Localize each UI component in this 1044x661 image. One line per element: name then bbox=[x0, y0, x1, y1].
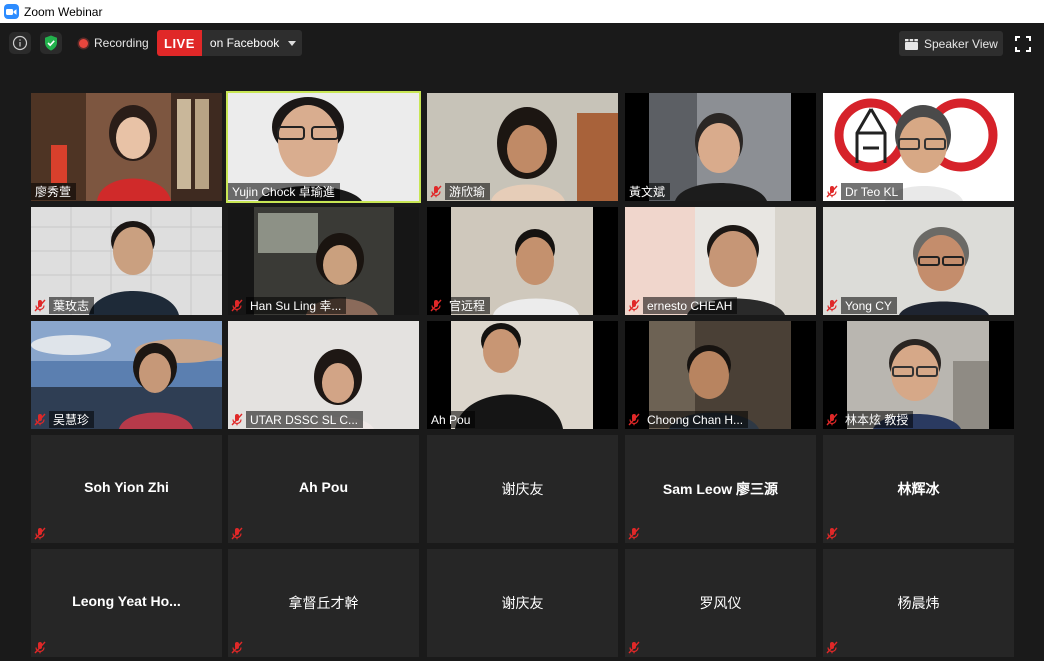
chevron-down-icon bbox=[288, 40, 297, 46]
mic-muted-icon bbox=[628, 299, 640, 312]
mic-muted-icon bbox=[231, 641, 243, 654]
participant-name: Yujin Chock 卓瑜進 bbox=[228, 183, 340, 200]
meeting-top-bar: Recording LIVE on Facebook Speaker View bbox=[0, 23, 1044, 67]
participant-video-tile[interactable]: Dr Teo KL bbox=[823, 93, 1014, 201]
participant-tile-no-video[interactable]: Sam Leow 廖三源 bbox=[625, 435, 816, 543]
mic-muted-icon bbox=[826, 641, 838, 654]
participant-video-tile[interactable]: 葉玫志 bbox=[31, 207, 222, 315]
participant-name: 吴慧珍 bbox=[49, 411, 95, 428]
mic-muted-icon bbox=[34, 299, 46, 312]
mic-muted-icon bbox=[34, 641, 46, 654]
live-badge: LIVE bbox=[157, 30, 202, 56]
participant-tile-no-video[interactable]: 罗风仪 bbox=[625, 549, 816, 657]
participant-name: UTAR DSSC SL C... bbox=[246, 411, 364, 428]
participant-name: Ah Pou bbox=[299, 479, 348, 495]
participant-video-tile[interactable]: Yong CY bbox=[823, 207, 1014, 315]
participant-name: 林辉冰 bbox=[897, 481, 940, 497]
speaker-view-button[interactable]: Speaker View bbox=[899, 31, 1003, 56]
participant-name: 黃文斌 bbox=[625, 183, 671, 200]
participant-video-tile[interactable]: Ah Pou bbox=[427, 321, 618, 429]
participant-name: 罗风仪 bbox=[699, 595, 742, 611]
speaker-view-label: Speaker View bbox=[924, 36, 998, 51]
participant-name: ernesto CHEAH bbox=[643, 297, 738, 314]
participant-tile-no-video[interactable]: 谢庆友 bbox=[427, 435, 618, 543]
participant-tile-no-video[interactable]: 拿督丘才幹 bbox=[228, 549, 419, 657]
recording-dot-icon bbox=[79, 38, 88, 48]
live-target[interactable]: on Facebook bbox=[201, 30, 303, 56]
participant-name: Soh Yion Zhi bbox=[84, 479, 169, 495]
participant-name: 谢庆友 bbox=[501, 481, 544, 497]
mic-muted-icon bbox=[430, 185, 442, 198]
participant-video-tile[interactable]: 游欣瑜 bbox=[427, 93, 618, 201]
window-title: Zoom Webinar bbox=[24, 4, 103, 19]
participant-video-tile[interactable]: 官远程 bbox=[427, 207, 618, 315]
shield-check-icon[interactable] bbox=[40, 32, 62, 54]
participant-name: 葉玫志 bbox=[49, 297, 95, 314]
recording-label: Recording bbox=[94, 36, 149, 50]
info-icon[interactable] bbox=[9, 32, 31, 54]
participant-name: Choong Chan H... bbox=[643, 411, 749, 428]
mic-muted-icon bbox=[826, 413, 838, 426]
participant-name: Ah Pou bbox=[427, 411, 476, 428]
title-bar: Zoom Webinar bbox=[0, 0, 1044, 23]
participant-video-tile[interactable]: 廖秀萱 bbox=[31, 93, 222, 201]
participant-video-tile[interactable]: 吴慧珍 bbox=[31, 321, 222, 429]
mic-muted-icon bbox=[826, 527, 838, 540]
participant-name: Dr Teo KL bbox=[841, 183, 904, 200]
mic-muted-icon bbox=[628, 641, 640, 654]
mic-muted-icon bbox=[430, 299, 442, 312]
live-stream-menu[interactable]: LIVE on Facebook bbox=[157, 30, 303, 56]
participant-name: 林本炫 教授 bbox=[841, 411, 914, 428]
participant-name: Han Su Ling 幸... bbox=[246, 297, 347, 314]
participant-name: 拿督丘才幹 bbox=[288, 595, 359, 611]
participant-tile-no-video[interactable]: Soh Yion Zhi bbox=[31, 435, 222, 543]
live-target-label: on Facebook bbox=[209, 36, 280, 50]
fullscreen-icon[interactable] bbox=[1014, 35, 1032, 53]
participant-name: 廖秀萱 bbox=[31, 183, 77, 200]
participant-name: Yong CY bbox=[841, 297, 897, 314]
mic-muted-icon bbox=[826, 299, 838, 312]
mic-muted-icon bbox=[628, 527, 640, 540]
participant-video-tile[interactable]: 黃文斌 bbox=[625, 93, 816, 201]
participant-name: 游欣瑜 bbox=[445, 183, 491, 200]
participant-name: 官远程 bbox=[445, 297, 491, 314]
mic-muted-icon bbox=[231, 299, 243, 312]
participant-tile-no-video[interactable]: Ah Pou bbox=[228, 435, 419, 543]
participant-video-tile-active-speaker[interactable]: Yujin Chock 卓瑜進 bbox=[228, 93, 419, 201]
participant-tile-no-video[interactable]: 林辉冰 bbox=[823, 435, 1014, 543]
participant-video-tile[interactable]: ernesto CHEAH bbox=[625, 207, 816, 315]
mic-muted-icon bbox=[826, 185, 838, 198]
participant-video-tile[interactable]: 林本炫 教授 bbox=[823, 321, 1014, 429]
participant-tile-no-video[interactable]: Leong Yeat Ho... bbox=[31, 549, 222, 657]
grid-view-icon bbox=[905, 38, 918, 50]
participant-video-tile[interactable]: Choong Chan H... bbox=[625, 321, 816, 429]
mic-muted-icon bbox=[231, 527, 243, 540]
zoom-logo-icon bbox=[4, 4, 19, 19]
mic-muted-icon bbox=[34, 413, 46, 426]
participant-name: 杨晨炜 bbox=[897, 595, 940, 611]
participant-name: 谢庆友 bbox=[501, 595, 544, 611]
participant-video-tile[interactable]: Han Su Ling 幸... bbox=[228, 207, 419, 315]
recording-indicator[interactable]: Recording bbox=[72, 32, 149, 54]
participant-tile-no-video[interactable]: 谢庆友 bbox=[427, 549, 618, 657]
participant-name: Leong Yeat Ho... bbox=[72, 593, 181, 609]
mic-muted-icon bbox=[231, 413, 243, 426]
mic-muted-icon bbox=[34, 527, 46, 540]
participant-name: Sam Leow 廖三源 bbox=[662, 481, 779, 497]
mic-muted-icon bbox=[628, 413, 640, 426]
participant-tile-no-video[interactable]: 杨晨炜 bbox=[823, 549, 1014, 657]
participant-video-tile[interactable]: UTAR DSSC SL C... bbox=[228, 321, 419, 429]
